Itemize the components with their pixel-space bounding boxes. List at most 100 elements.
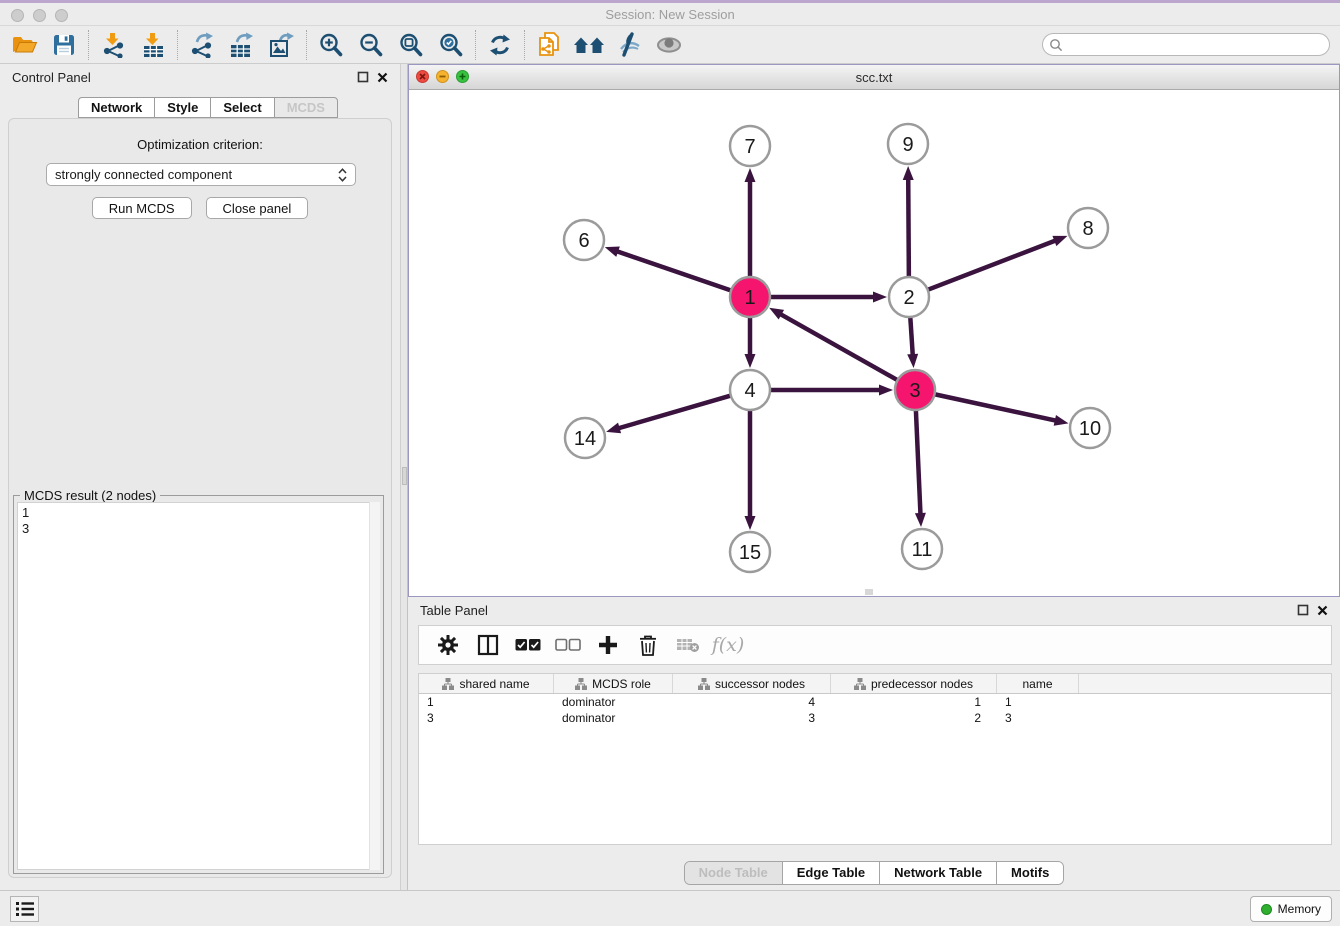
zoom-in-button[interactable]: [311, 28, 351, 62]
tab-style[interactable]: Style: [154, 97, 210, 118]
column-header-shared-name[interactable]: shared name: [419, 674, 554, 693]
table-cell[interactable]: 3: [997, 711, 1079, 725]
search-input[interactable]: [1063, 36, 1329, 54]
first-neighbors-button[interactable]: [569, 28, 609, 62]
table-cell[interactable]: dominator: [554, 695, 673, 709]
table-panel: Table Panel: [408, 597, 1340, 890]
zoom-out-button[interactable]: [351, 28, 391, 62]
toolbar-separator: [88, 30, 89, 60]
shared-column-icon: [575, 678, 587, 690]
arrowhead-1-7: [745, 168, 756, 182]
control-panel-title: Control Panel: [12, 70, 357, 85]
import-table-button[interactable]: [133, 28, 173, 62]
table-row[interactable]: 1dominator411: [419, 694, 1331, 710]
mcds-result-text[interactable]: 1 3: [17, 502, 380, 870]
table-cell[interactable]: 3: [673, 711, 831, 725]
export-table-button[interactable]: [222, 28, 262, 62]
table-cell[interactable]: dominator: [554, 711, 673, 725]
task-history-button[interactable]: [10, 896, 39, 922]
edge-1-6[interactable]: [616, 251, 731, 290]
tab-edge-table[interactable]: Edge Table: [783, 862, 880, 884]
table-row[interactable]: 3dominator323: [419, 710, 1331, 726]
edge-3-10[interactable]: [935, 394, 1057, 421]
close-panel-icon[interactable]: [1317, 605, 1328, 616]
table-cell[interactable]: 3: [419, 711, 554, 725]
table-settings-button[interactable]: [433, 630, 463, 660]
select-all-columns-button[interactable]: [513, 630, 543, 660]
maximize-network-button[interactable]: [456, 70, 469, 83]
close-panel-icon[interactable]: [377, 72, 388, 83]
tab-motifs[interactable]: Motifs: [997, 862, 1063, 884]
network-graph[interactable]: 7968124314101511: [409, 90, 1339, 596]
edge-3-1[interactable]: [780, 314, 898, 380]
columns-icon: [477, 634, 499, 656]
main-toolbar: [0, 26, 1340, 64]
save-icon: [52, 33, 76, 57]
criterion-dropdown[interactable]: strongly connected component: [46, 163, 356, 186]
tab-network-table[interactable]: Network Table: [880, 862, 997, 884]
add-column-button[interactable]: [593, 630, 623, 660]
table-cell[interactable]: 1: [997, 695, 1079, 709]
edge-3-11[interactable]: [916, 410, 921, 515]
table-cell[interactable]: 1: [831, 695, 997, 709]
float-panel-icon[interactable]: [1297, 604, 1309, 616]
network-canvas[interactable]: 7968124314101511: [409, 90, 1339, 596]
tab-node-table[interactable]: Node Table: [685, 862, 783, 884]
deselect-all-columns-button[interactable]: [553, 630, 583, 660]
content-area: Control Panel NetworkStyleSelectMCDS Opt…: [0, 64, 1340, 890]
column-header-name[interactable]: name: [997, 674, 1079, 693]
export-image-button[interactable]: [262, 28, 302, 62]
zoom-selected-button[interactable]: [431, 28, 471, 62]
tab-mcds[interactable]: MCDS: [274, 97, 338, 118]
refresh-layout-button[interactable]: [480, 28, 520, 62]
save-session-button[interactable]: [44, 28, 84, 62]
delete-column-button[interactable]: [633, 630, 663, 660]
canvas-scroll-handle[interactable]: [865, 589, 873, 595]
tab-network[interactable]: Network: [78, 97, 154, 118]
minimize-network-button[interactable]: [436, 70, 449, 83]
tab-select[interactable]: Select: [210, 97, 273, 118]
show-hidden-button[interactable]: [649, 28, 689, 62]
toggle-panes-button[interactable]: [473, 630, 503, 660]
arrowhead-1-6: [605, 246, 620, 256]
zoom-out-icon: [358, 32, 384, 58]
close-network-button[interactable]: [416, 70, 429, 83]
import-network-button[interactable]: [93, 28, 133, 62]
network-window-titlebar[interactable]: scc.txt: [409, 65, 1339, 90]
panel-splitter[interactable]: [400, 64, 408, 890]
arrowhead-3-11: [915, 513, 926, 527]
refresh-icon: [487, 32, 513, 58]
edge-2-9[interactable]: [908, 178, 909, 277]
apply-function-button[interactable]: f(x): [713, 630, 743, 660]
mcds-result-scrollbar[interactable]: [369, 502, 380, 870]
splitter-grip[interactable]: [402, 467, 407, 485]
edge-2-3[interactable]: [910, 317, 913, 356]
network-view-window: scc.txt 7968124314101511: [408, 64, 1340, 597]
float-panel-icon[interactable]: [357, 71, 369, 83]
export-network-button[interactable]: [182, 28, 222, 62]
table-cell[interactable]: 1: [419, 695, 554, 709]
close-panel-button[interactable]: Close panel: [206, 197, 309, 219]
column-header-successor-nodes[interactable]: successor nodes: [673, 674, 831, 693]
table-cell[interactable]: 4: [673, 695, 831, 709]
optimization-criterion-label: Optimization criterion:: [9, 137, 391, 152]
run-mcds-button[interactable]: Run MCDS: [92, 197, 192, 219]
node-table[interactable]: shared nameMCDS rolesuccessor nodesprede…: [418, 673, 1332, 845]
column-header-predecessor-nodes[interactable]: predecessor nodes: [831, 674, 997, 693]
memory-label: Memory: [1278, 902, 1321, 916]
control-panel-header: Control Panel: [0, 64, 400, 90]
open-file-button[interactable]: [4, 28, 44, 62]
edge-2-8[interactable]: [928, 240, 1057, 290]
zoom-fit-button[interactable]: [391, 28, 431, 62]
memory-button[interactable]: Memory: [1250, 896, 1332, 922]
hide-selected-button[interactable]: [609, 28, 649, 62]
trash-icon: [638, 634, 658, 656]
column-header-mcds-role[interactable]: MCDS role: [554, 674, 673, 693]
shared-column-icon: [442, 678, 454, 690]
clone-network-button[interactable]: [529, 28, 569, 62]
search-field[interactable]: [1042, 33, 1330, 56]
delete-table-button[interactable]: [673, 630, 703, 660]
edge-4-14[interactable]: [618, 396, 731, 429]
plus-icon: [597, 634, 619, 656]
table-cell[interactable]: 2: [831, 711, 997, 725]
